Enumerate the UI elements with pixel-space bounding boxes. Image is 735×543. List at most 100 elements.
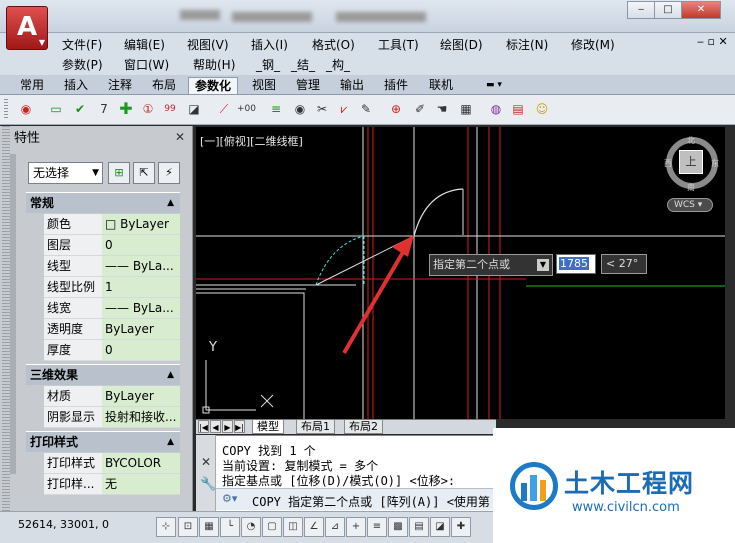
ribbon-options-icon[interactable]: ▬ ▾ <box>480 77 508 94</box>
object-snap-icon[interactable]: ▢ <box>262 517 282 537</box>
tab-plugins[interactable]: 插件 <box>378 77 414 94</box>
menu-tools[interactable]: 工具(T) <box>378 36 419 53</box>
toolbar-grip[interactable] <box>4 99 8 119</box>
menu-window[interactable]: 窗口(W) <box>124 56 169 73</box>
annotation-monitor-icon[interactable]: ✚ <box>451 517 471 537</box>
first-tab-arrow[interactable]: |◀ <box>198 420 209 433</box>
numbered-list-icon[interactable]: 99 <box>160 99 180 119</box>
tab-view[interactable]: 视图 <box>246 77 282 94</box>
menu-steel[interactable]: _钢_ <box>256 56 280 73</box>
line-pencil-icon[interactable]: ⟋ <box>214 99 234 119</box>
pan-hand-icon[interactable]: ☚ <box>432 99 452 119</box>
menu-format[interactable]: 格式(O) <box>312 36 355 53</box>
polar-tracking-icon[interactable]: ◔ <box>241 517 261 537</box>
infer-constraints-icon[interactable]: ⊹ <box>156 517 176 537</box>
last-tab-arrow[interactable]: ▶| <box>234 420 245 433</box>
maximize-button[interactable]: □ <box>654 1 682 19</box>
close-icon[interactable]: ✕ <box>201 455 211 469</box>
menu-insert[interactable]: 插入(I) <box>251 36 288 53</box>
tab-annotate[interactable]: 注释 <box>102 77 138 94</box>
transparency-icon[interactable]: ▩ <box>388 517 408 537</box>
menu-edit[interactable]: 编辑(E) <box>124 36 165 53</box>
property-row[interactable]: 图层 0 <box>44 235 180 256</box>
minimize-button[interactable]: ‒ <box>627 1 655 19</box>
globe-icon[interactable]: ◍ <box>486 99 506 119</box>
property-row[interactable]: 打印样... 无 <box>44 474 180 495</box>
check-icon[interactable]: ✔ <box>70 99 90 119</box>
property-row[interactable]: 打印样式 BYCOLOR <box>44 453 180 474</box>
property-row[interactable]: 阴影显示 投射和接收... <box>44 407 180 428</box>
3d-object-snap-icon[interactable]: ◫ <box>283 517 303 537</box>
circled-one-icon[interactable]: ① <box>138 99 158 119</box>
target-icon[interactable]: ◉ <box>16 99 36 119</box>
palette-scrollbar[interactable] <box>10 154 16 474</box>
tab-parametric[interactable]: 参数化 <box>188 77 239 94</box>
compass-north[interactable]: 北 <box>687 135 695 146</box>
tab-layout2[interactable]: 布局2 <box>344 420 383 434</box>
tab-output[interactable]: 输出 <box>334 77 370 94</box>
property-row[interactable]: 透明度 ByLayer <box>44 319 180 340</box>
quick-properties-icon[interactable]: ▤ <box>409 517 429 537</box>
snap-mode-icon[interactable]: ⊡ <box>178 517 198 537</box>
tab-layout1[interactable]: 布局1 <box>296 420 335 434</box>
trim-icon[interactable]: ⩗ <box>334 99 354 119</box>
compass-west[interactable]: 西 <box>664 158 672 169</box>
rectangle-icon[interactable]: ▭ <box>46 99 66 119</box>
menu-view[interactable]: 视图(V) <box>187 36 229 53</box>
property-row[interactable]: 颜色 □ ByLayer <box>44 214 180 235</box>
menu-structure[interactable]: _结_ <box>291 56 315 73</box>
ortho-mode-icon[interactable]: └ <box>220 517 240 537</box>
menu-dimension[interactable]: 标注(N) <box>506 36 548 53</box>
property-row[interactable]: 线型比例 1 <box>44 277 180 298</box>
toggle-pickadd-icon[interactable]: ⊞ <box>108 162 130 184</box>
lineweight-icon[interactable]: ≡ <box>367 517 387 537</box>
menu-parametric[interactable]: 参数(P) <box>62 56 103 73</box>
tab-online[interactable]: 联机 <box>423 77 459 94</box>
viewcube-top-face[interactable]: 上 <box>679 150 703 174</box>
close-icon[interactable]: ✕ <box>175 130 185 144</box>
compass-east[interactable]: 东 <box>711 158 719 169</box>
dynamic-input-icon[interactable]: + <box>346 517 366 537</box>
next-tab-arrow[interactable]: ▶ <box>222 420 233 433</box>
command-search-icon[interactable]: ⚙▾ <box>222 492 237 505</box>
close-button[interactable]: ✕ <box>681 1 721 19</box>
quick-select-icon[interactable]: ⚡ <box>158 162 180 184</box>
snap-tracking-icon[interactable]: ∠ <box>304 517 324 537</box>
viewport-label[interactable]: [一][俯视][二维线框] <box>200 133 303 149</box>
menu-help[interactable]: 帮助(H) <box>193 56 235 73</box>
menu-modify[interactable]: 修改(M) <box>571 36 615 53</box>
command-input[interactable]: ⚙▾ COPY 指定第二个点或 [阵列(A)] <使用第 <box>216 488 496 510</box>
selection-cycling-icon[interactable]: ◪ <box>430 517 450 537</box>
scissors-icon[interactable]: ✂ <box>312 99 332 119</box>
hatch-icon[interactable]: ◪ <box>184 99 204 119</box>
property-row[interactable]: 材质 ByLayer <box>44 386 180 407</box>
dynamic-input-distance[interactable]: 1785 <box>556 254 596 274</box>
dynamic-input-angle[interactable]: < 27° <box>601 254 647 274</box>
application-menu-button[interactable]: A ▼ <box>6 6 48 50</box>
align-lines-icon[interactable]: ≡ <box>266 99 286 119</box>
doc-window-controls[interactable]: ‒ ▫ ✕ <box>697 35 728 48</box>
offset-icon[interactable]: +00 <box>236 99 256 119</box>
compass-south[interactable]: 南 <box>687 182 695 193</box>
menu-construct[interactable]: _构_ <box>326 56 350 73</box>
number-seven-icon[interactable]: 7 <box>94 99 114 119</box>
tab-model[interactable]: 模型 <box>252 420 284 434</box>
tab-layout[interactable]: 布局 <box>146 77 182 94</box>
zoom-icon[interactable]: ⊕ <box>386 99 406 119</box>
dynamic-ucs-icon[interactable]: ⊿ <box>325 517 345 537</box>
options-arrow-icon[interactable]: ▼ <box>537 259 549 271</box>
wcs-menu[interactable]: WCS ▾ <box>667 198 713 212</box>
property-row[interactable]: 线宽 —— ByLa... <box>44 298 180 319</box>
selection-dropdown[interactable]: 无选择 ▼ <box>28 162 103 184</box>
coordinate-readout[interactable]: 52614, 33001, 0 <box>18 518 109 531</box>
palette-grip[interactable] <box>2 126 10 511</box>
tab-home[interactable]: 常用 <box>14 77 50 94</box>
select-objects-icon[interactable]: ⇱ <box>133 162 155 184</box>
section-3d-effects[interactable]: 三维效果 ▲ <box>26 364 180 385</box>
tab-manage[interactable]: 管理 <box>290 77 326 94</box>
tab-insert[interactable]: 插入 <box>58 77 94 94</box>
smiley-icon[interactable]: ☺ <box>532 99 552 119</box>
section-general[interactable]: 常规 ▲ <box>26 192 180 213</box>
property-row[interactable]: 线型 —— ByLa... <box>44 256 180 277</box>
prev-tab-arrow[interactable]: ◀ <box>210 420 221 433</box>
